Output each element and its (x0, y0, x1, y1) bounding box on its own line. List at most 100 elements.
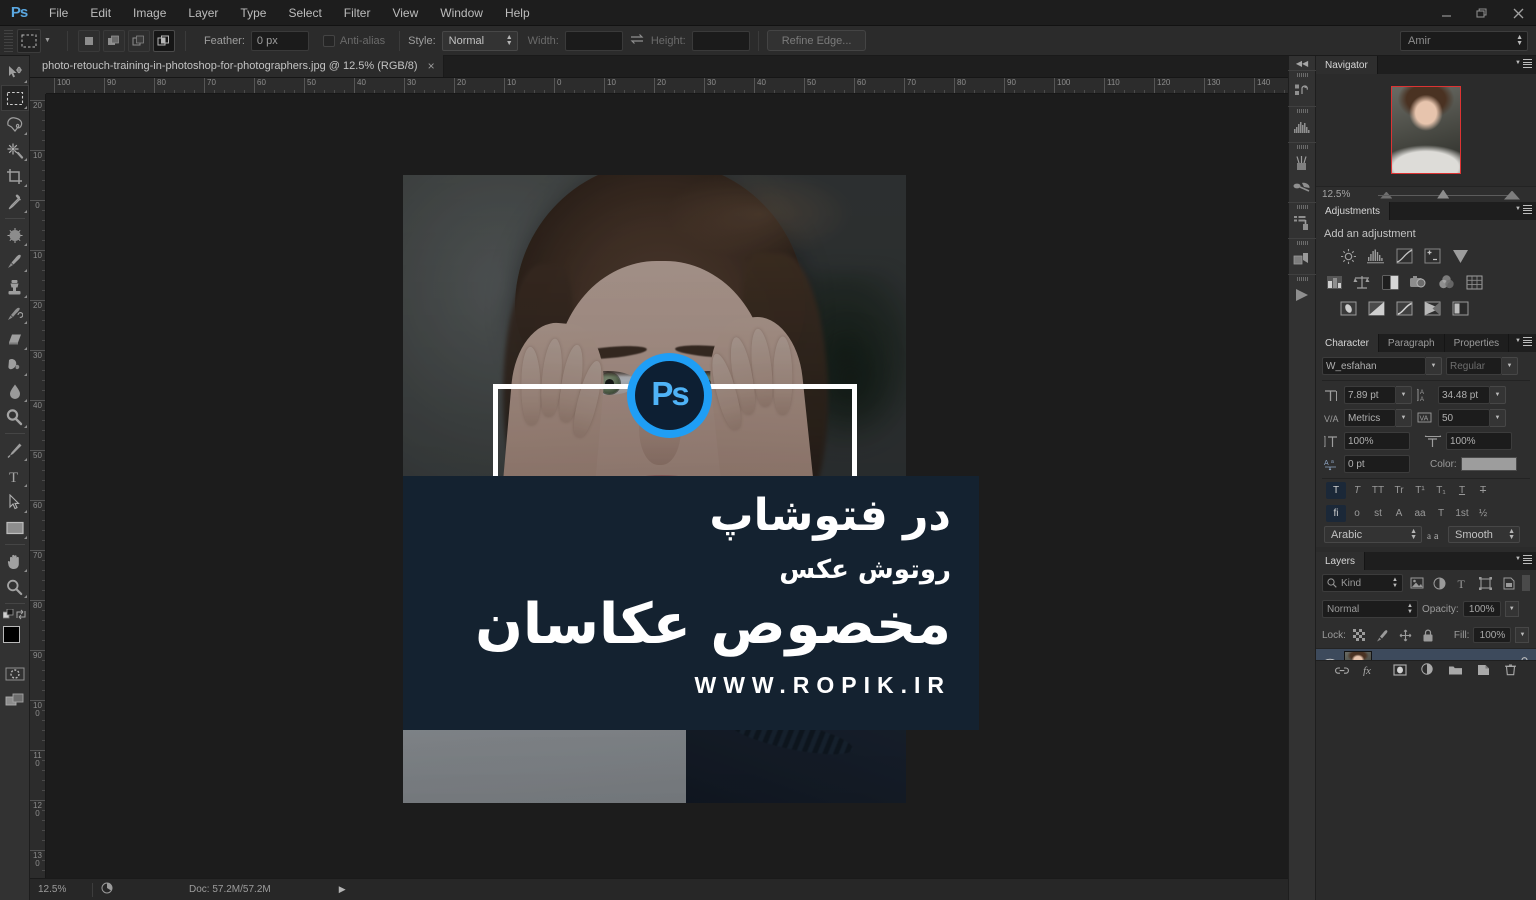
height-input[interactable] (691, 30, 750, 51)
new-selection-button[interactable] (77, 29, 100, 52)
add-mask-icon[interactable] (1393, 663, 1407, 681)
lock-position-icon[interactable] (1396, 626, 1415, 644)
quick-mask-toggle[interactable] (1, 661, 29, 687)
anti-alias-checkbox[interactable] (322, 34, 335, 47)
active-tool-icon[interactable] (17, 28, 41, 53)
levels-icon[interactable] (1366, 246, 1386, 266)
zoom-tool[interactable] (1, 574, 29, 600)
underline-button[interactable]: T (1452, 482, 1472, 499)
tracking-select[interactable]: 50 ▼ (1438, 409, 1506, 427)
pen-tool[interactable] (1, 437, 29, 463)
dock-grip[interactable] (1296, 73, 1308, 77)
chevron-down-icon[interactable]: ▼ (1502, 357, 1518, 375)
eyedropper-tool[interactable] (1, 189, 29, 215)
history-brush-tool[interactable] (1, 300, 29, 326)
kerning-select[interactable]: Metrics ▼ (1344, 409, 1412, 427)
chevron-down-icon[interactable]: ▼ (1396, 386, 1412, 404)
foreground-color-swatch[interactable] (2, 626, 20, 643)
move-tool[interactable] (1, 59, 29, 85)
horizontal-scale-value[interactable]: 100% (1446, 432, 1512, 450)
screen-mode-toggle[interactable] (1, 687, 29, 713)
tool-preset-chevron-down-icon[interactable]: ▼ (44, 37, 51, 44)
tab-character[interactable]: Character (1316, 334, 1379, 352)
font-style-select[interactable]: Regular ▼ (1446, 357, 1518, 375)
add-to-selection-button[interactable] (102, 29, 125, 52)
invert-icon[interactable] (1338, 298, 1358, 318)
close-icon[interactable] (1500, 0, 1536, 26)
subtract-from-selection-button[interactable] (127, 29, 150, 52)
antialias-select[interactable]: Smooth ▲ ▼ (1448, 526, 1520, 543)
color-balance-icon[interactable] (1352, 272, 1372, 292)
posterize-icon[interactable] (1366, 298, 1386, 318)
swap-width-height-icon[interactable] (629, 33, 645, 48)
image-filter-icon[interactable] (1407, 574, 1426, 592)
menu-edit[interactable]: Edit (79, 0, 122, 26)
feather-input[interactable]: 0 px (250, 30, 309, 51)
color-swatches[interactable] (1, 625, 29, 655)
lock-transparent-icon[interactable] (1350, 626, 1369, 644)
delete-layer-icon[interactable] (1504, 663, 1517, 681)
fill-value[interactable]: 100% (1473, 627, 1512, 643)
width-input[interactable] (564, 30, 623, 51)
curves-icon[interactable] (1394, 246, 1414, 266)
language-select[interactable]: Arabic ▲ ▼ (1324, 526, 1422, 543)
character-panel-menu-icon[interactable]: ▼ (1515, 337, 1532, 346)
navigator-panel-menu-icon[interactable]: ▼ (1515, 59, 1532, 68)
tool-presets-panel-icon[interactable] (1289, 211, 1315, 235)
text-color-swatch[interactable] (1460, 457, 1517, 471)
minimize-icon[interactable] (1428, 0, 1464, 26)
magic-wand-tool[interactable] (1, 137, 29, 163)
menu-file[interactable]: File (38, 0, 79, 26)
navigator-zoom-slider[interactable] (1356, 188, 1530, 202)
horizontal-ruler[interactable]: 100 90 80 70 60 50 40 30 20 10 0 10 20 30 40 50 60 70 80 90… (46, 78, 1288, 94)
ordinals-button[interactable]: 1st (1452, 505, 1472, 522)
canvas[interactable]: Ps در فتوشاپ روتوش عکس مخصوص عکاسان WWW.… (46, 94, 1288, 878)
contextual-alternates-button[interactable]: ᴏ (1347, 505, 1367, 522)
intersect-selection-button[interactable] (152, 29, 175, 52)
brush-tool[interactable] (1, 248, 29, 274)
style-select[interactable]: Normal ▲ ▼ (441, 30, 518, 51)
layer-comps-panel-icon[interactable] (1289, 247, 1315, 271)
layer-filter-toggle[interactable] (1522, 575, 1530, 591)
adjustment-filter-icon[interactable] (1430, 574, 1449, 592)
lasso-tool[interactable] (1, 111, 29, 137)
dodge-tool[interactable] (1, 404, 29, 430)
swash-button[interactable]: A (1389, 505, 1409, 522)
menu-type[interactable]: Type (229, 0, 277, 26)
history-panel-icon[interactable] (1289, 79, 1315, 103)
brush-panel-icon[interactable] (1289, 151, 1315, 175)
menu-image[interactable]: Image (122, 0, 177, 26)
font-size-select[interactable]: 7.89 pt ▼ (1344, 386, 1412, 404)
tab-properties[interactable]: Properties (1444, 334, 1510, 352)
tab-paragraph[interactable]: Paragraph (1378, 334, 1445, 352)
menu-filter[interactable]: Filter (333, 0, 382, 26)
small-caps-button[interactable]: Tr (1389, 482, 1409, 499)
restore-icon[interactable] (1464, 0, 1500, 26)
options-bar-grip[interactable] (4, 29, 13, 52)
font-family-select[interactable]: W_esfahan ▼ (1322, 357, 1442, 375)
lock-all-icon[interactable] (1419, 626, 1438, 644)
spot-healing-brush-tool[interactable] (1, 222, 29, 248)
superscript-button[interactable]: T¹ (1410, 482, 1430, 499)
status-zoom-value[interactable]: 12.5% (38, 884, 84, 895)
layer-style-fx-icon[interactable]: fx (1363, 663, 1379, 681)
channel-mixer-icon[interactable] (1436, 272, 1456, 292)
navigator-zoom-value[interactable]: 12.5% (1322, 189, 1350, 200)
blend-mode-select[interactable]: Normal ▲ ▼ (1322, 600, 1418, 618)
eraser-tool[interactable] (1, 326, 29, 352)
titling-alternates-button[interactable]: T (1431, 505, 1451, 522)
brush-presets-panel-icon[interactable] (1289, 175, 1315, 199)
threshold-icon[interactable] (1394, 298, 1414, 318)
fractions-button[interactable]: ½ (1473, 505, 1493, 522)
chevron-down-icon[interactable]: ▼ (1426, 357, 1442, 375)
chevron-down-icon[interactable]: ▼ (1490, 409, 1506, 427)
opacity-chevron-down-icon[interactable]: ▼ (1504, 601, 1519, 617)
vibrance-icon[interactable] (1450, 246, 1470, 266)
dock-grip[interactable] (1296, 109, 1308, 113)
layers-panel-menu-icon[interactable]: ▼ (1515, 555, 1532, 564)
leading-select[interactable]: 34.48 pt ▼ (1438, 386, 1506, 404)
lock-image-icon[interactable] (1373, 626, 1392, 644)
dock-grip[interactable] (1296, 145, 1308, 149)
gradient-tool[interactable] (1, 352, 29, 378)
fill-chevron-down-icon[interactable]: ▼ (1515, 627, 1530, 643)
